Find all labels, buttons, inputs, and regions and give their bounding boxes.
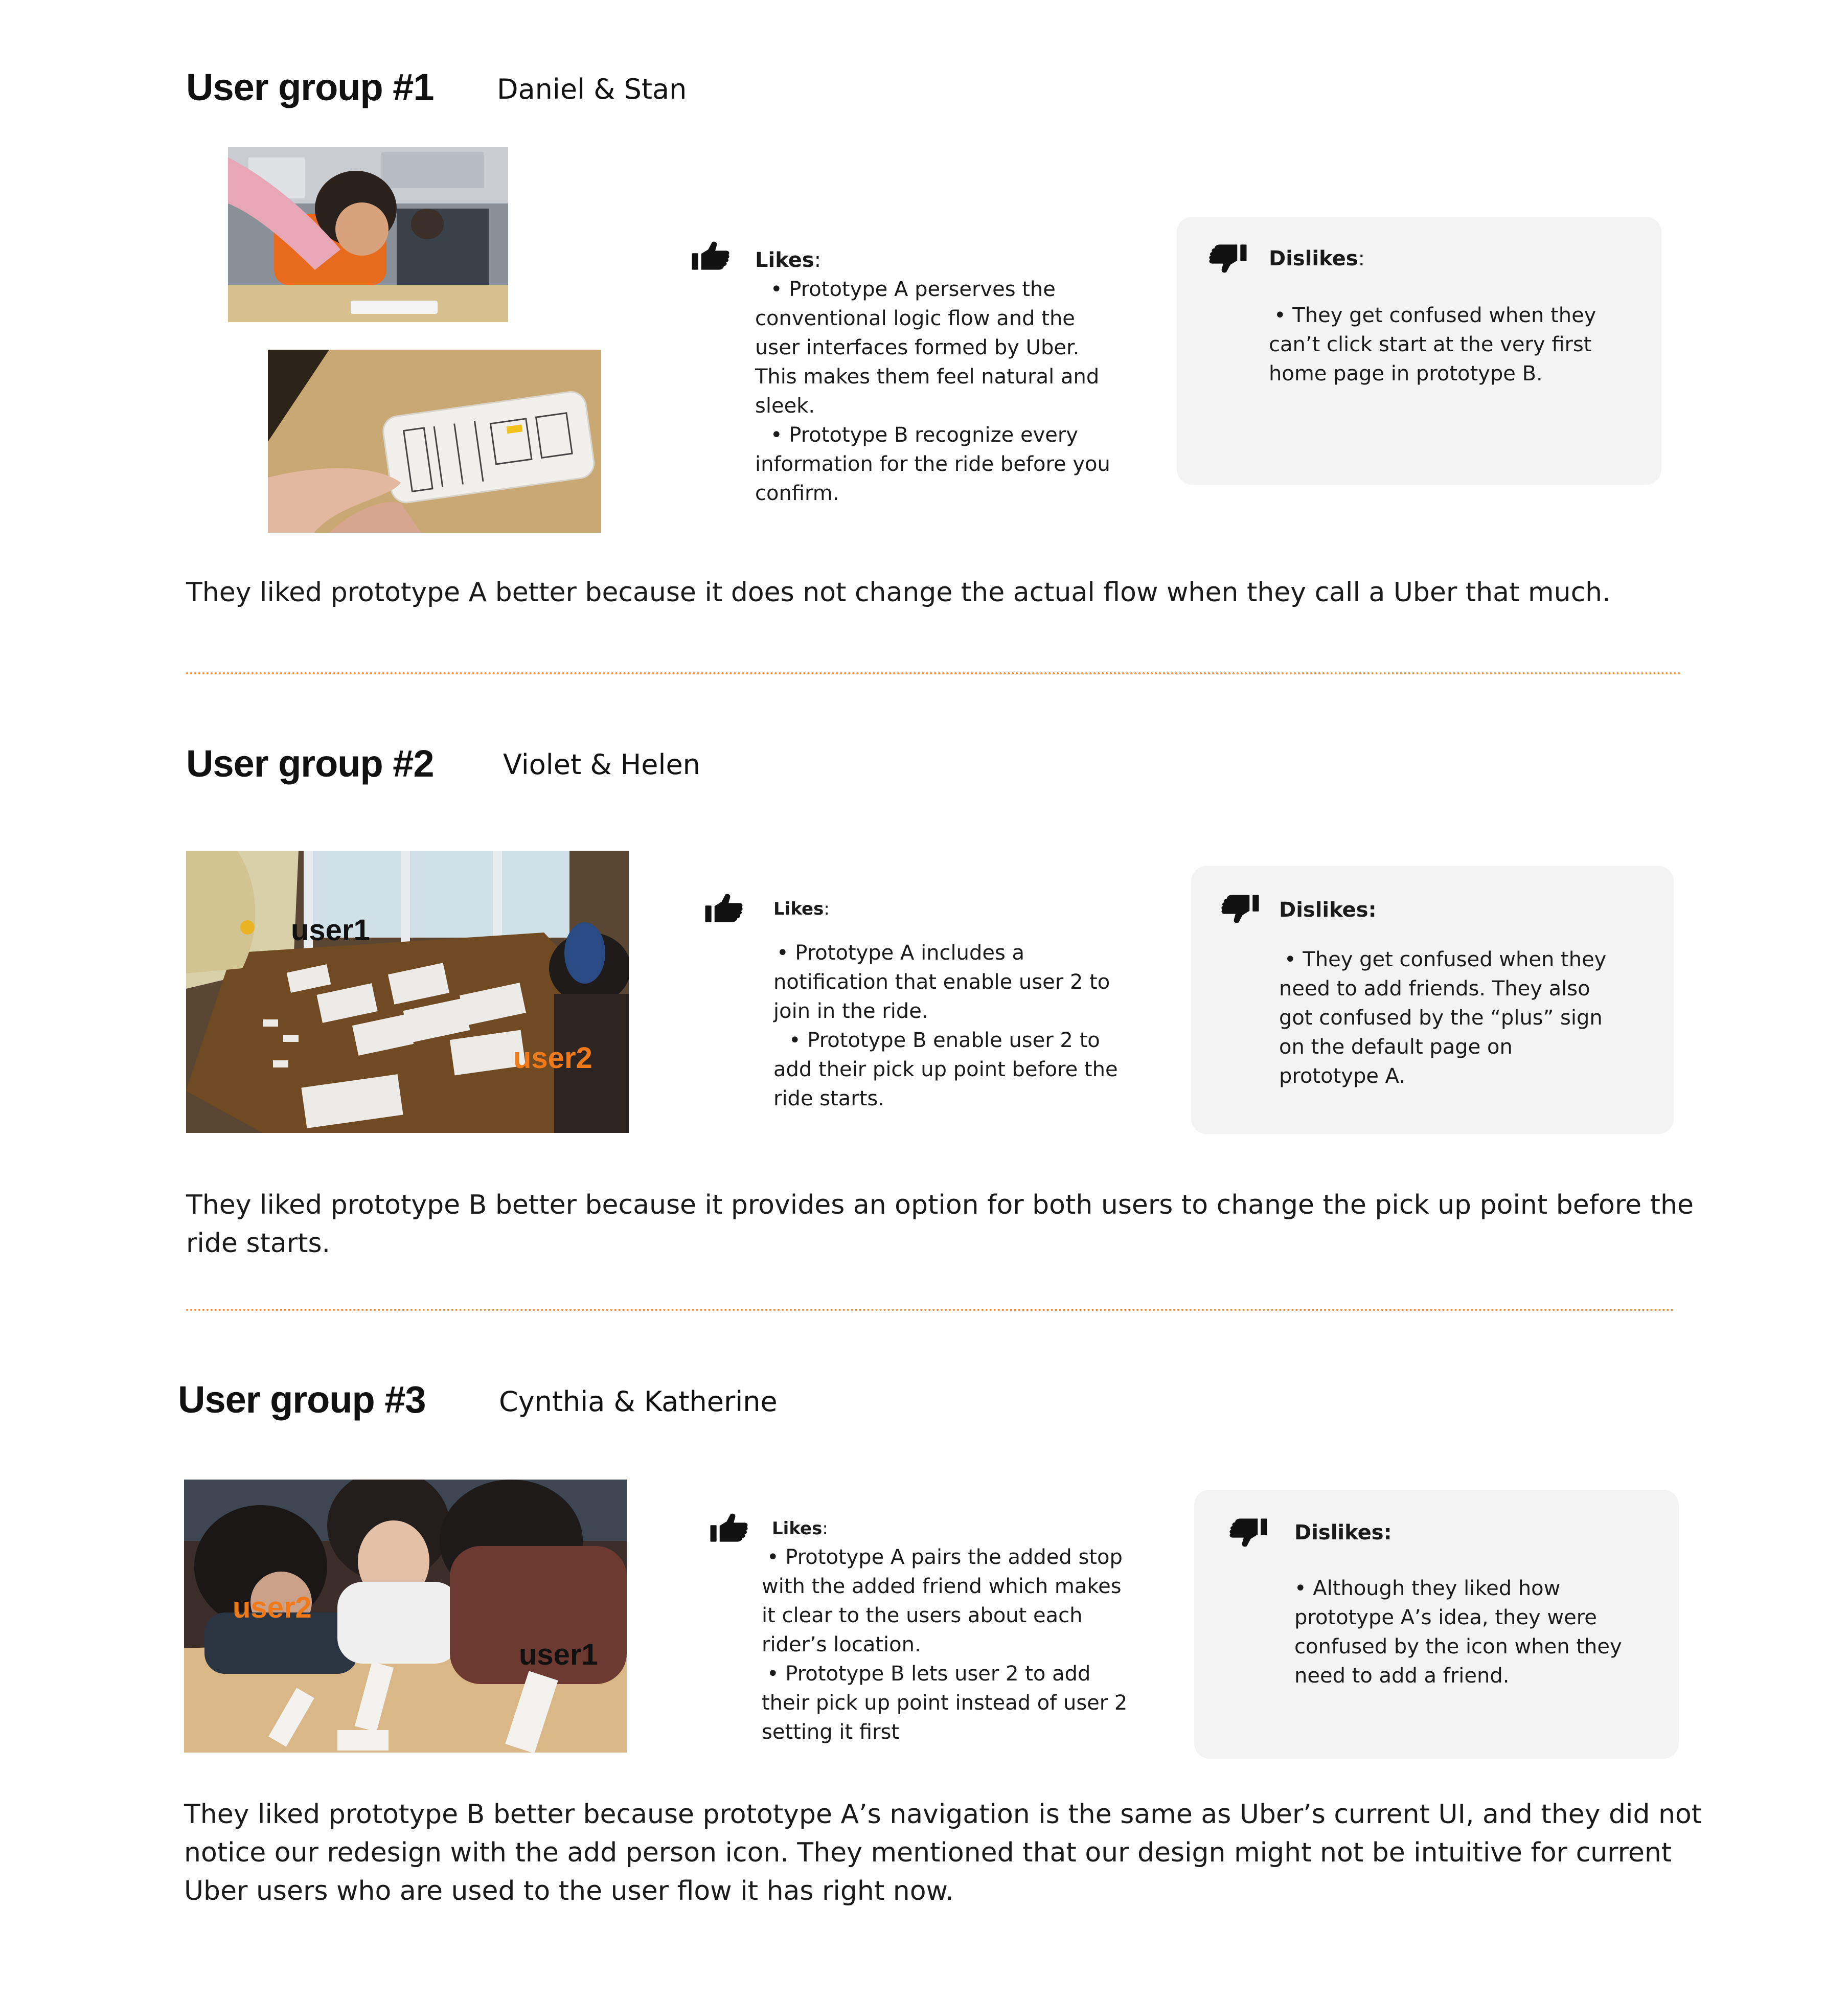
likes-line: • Prototype A includes a (777, 941, 1025, 965)
likes-line: add their pick up point before the (773, 1058, 1118, 1081)
likes-line: • Prototype A pairs the added stop (767, 1546, 1123, 1569)
testing-photo-2: user1 user2 (186, 851, 629, 1133)
likes-heading: Likes (773, 899, 824, 919)
group-summary: They liked prototype B better because it… (186, 1190, 1694, 1259)
likes-line: • Prototype A perserves the (770, 278, 1056, 301)
likes-line: ride starts. (773, 1087, 884, 1110)
thumbs-up-icon (710, 1512, 748, 1543)
dislikes-card: Dislikes: • They get confused when they … (1177, 217, 1661, 485)
likes-line: with the added friend which makes (762, 1575, 1122, 1598)
likes-line: information for the ride before you (755, 452, 1110, 476)
dislikes-line: got confused by the “plus” sign (1279, 1006, 1603, 1030)
group-title: User group #1 (186, 66, 435, 108)
dislikes-card: Dislikes: • They get confused when they … (1191, 866, 1674, 1134)
testing-photo-3: user2 user1 (184, 1480, 627, 1753)
likes-line: user interfaces formed by Uber. (755, 336, 1080, 359)
likes-line: conventional logic flow and the (755, 307, 1075, 330)
likes-line: • Prototype B recognize every (770, 423, 1078, 447)
likes-line: it clear to the users about each (762, 1604, 1083, 1627)
dislikes-line: need to add a friend. (1294, 1664, 1510, 1688)
likes-block: Likes: • Prototype A includes a notifica… (773, 895, 1162, 1113)
likes-line: • Prototype B lets user 2 to add (767, 1662, 1091, 1686)
section-divider (186, 1309, 1675, 1311)
dislikes-line: need to add friends. They also (1279, 977, 1590, 1001)
likes-line: sleek. (755, 394, 815, 418)
dislikes-card: Dislikes: • Although they liked how prot… (1194, 1490, 1679, 1759)
dislikes-line: prototype A. (1279, 1064, 1406, 1088)
group-participants: Cynthia & Katherine (499, 1385, 778, 1418)
thumbs-down-icon (1221, 894, 1260, 924)
likes-line: rider’s location. (762, 1633, 921, 1656)
dislikes-line: on the default page on (1279, 1035, 1513, 1059)
dislikes-line: can’t click start at the very first (1269, 333, 1592, 356)
likes-line: notification that enable user 2 to (773, 970, 1110, 994)
thumbs-up-icon (691, 240, 730, 271)
group-title: User group #3 (178, 1378, 426, 1421)
likes-heading: Likes (755, 248, 814, 272)
likes-line: setting it first (762, 1720, 900, 1744)
dislikes-heading: Dislikes (1269, 247, 1358, 270)
dislikes-line: prototype A’s idea, they were (1294, 1606, 1597, 1629)
paper-prototype-photo (268, 350, 601, 533)
thumbs-up-icon (704, 893, 743, 923)
likes-block: Likes: • Prototype A perserves the conve… (755, 246, 1144, 508)
dislikes-line: home page in prototype B. (1269, 362, 1543, 385)
dislikes-line: • They get confused when they (1284, 948, 1607, 971)
group-summary: They liked prototype B better because pr… (184, 1799, 1702, 1906)
testing-photo-1 (228, 147, 508, 322)
group-summary: They liked prototype A better because it… (186, 577, 1611, 608)
likes-line: This makes them feel natural and (755, 365, 1100, 389)
dislikes-line: confused by the icon when they (1294, 1635, 1622, 1658)
likes-block: Likes: • Prototype A pairs the added sto… (762, 1514, 1160, 1747)
user1-label: user1 (291, 914, 370, 947)
user2-label: user2 (233, 1591, 312, 1624)
dislikes-heading: Dislikes: (1294, 1521, 1392, 1544)
likes-line: their pick up point instead of user 2 (762, 1691, 1128, 1715)
user1-label: user1 (519, 1638, 598, 1671)
likes-line: • Prototype B enable user 2 to (789, 1029, 1100, 1052)
likes-line: join in the ride. (773, 999, 928, 1023)
dislikes-line: • They get confused when they (1274, 304, 1596, 327)
likes-line: confirm. (755, 482, 839, 505)
section-divider (186, 672, 1682, 674)
group-participants: Daniel & Stan (497, 73, 687, 105)
likes-heading: Likes (772, 1518, 823, 1539)
dislikes-line: • Although they liked how (1294, 1577, 1561, 1600)
group-participants: Violet & Helen (503, 748, 700, 781)
dislikes-heading: Dislikes: (1279, 898, 1377, 922)
thumbs-down-icon (1208, 243, 1247, 274)
thumbs-down-icon (1229, 1517, 1268, 1548)
user2-label: user2 (513, 1041, 592, 1075)
group-title: User group #2 (186, 742, 435, 785)
